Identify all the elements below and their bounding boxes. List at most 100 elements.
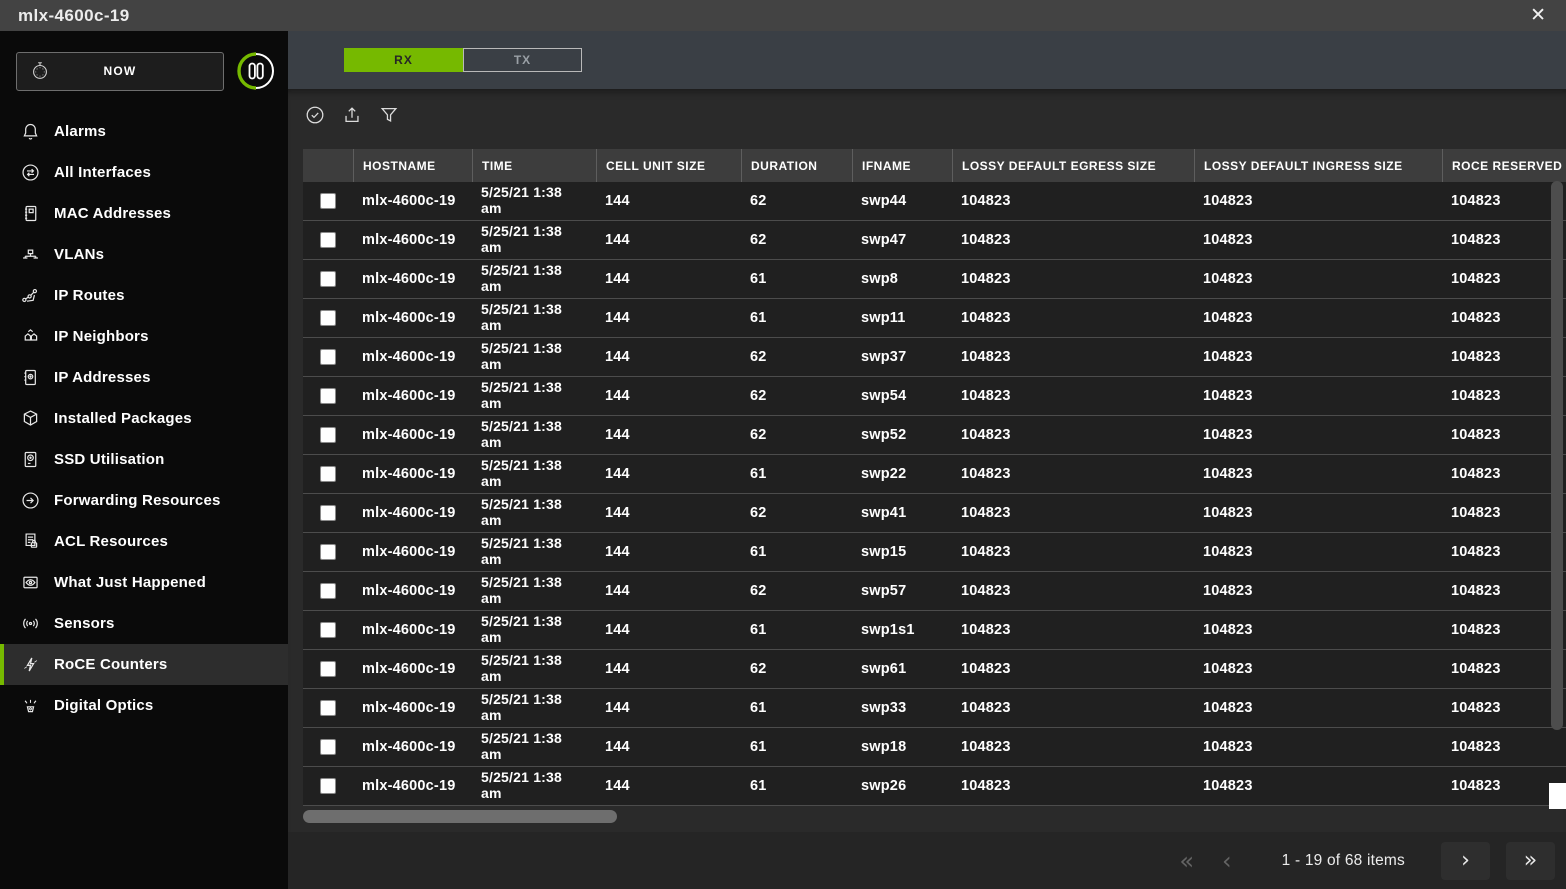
- filter-button[interactable]: [378, 104, 400, 129]
- row-checkbox[interactable]: [320, 739, 336, 755]
- close-icon[interactable]: ✕: [1524, 4, 1552, 27]
- column-header-cell-unit-size[interactable]: CELL UNIT SIZE: [596, 149, 741, 182]
- row-checkbox[interactable]: [320, 505, 336, 521]
- pause-refresh-button[interactable]: [236, 51, 276, 91]
- column-header-roce-reserved[interactable]: ROCE RESERVED: [1442, 149, 1566, 182]
- cell-time-text: 5/25/21 1:38 am: [481, 692, 569, 723]
- cell-ifname: swp52: [852, 427, 952, 443]
- column-header-lossy-default-ingress-size[interactable]: LOSSY DEFAULT INGRESS SIZE: [1194, 149, 1442, 182]
- cell-duration: 62: [741, 388, 852, 404]
- cell-roce-reserved: 104823: [1442, 388, 1566, 404]
- cell-lossy-default-egress-size: 104823: [952, 349, 1194, 365]
- row-checkbox[interactable]: [320, 388, 336, 404]
- sidebar-item-vlans[interactable]: VLANs: [0, 234, 288, 275]
- column-header-time[interactable]: TIME: [472, 149, 596, 182]
- cell-cell-unit-size: 144: [596, 388, 741, 404]
- sidebar-item-mac-addresses[interactable]: MAC Addresses: [0, 193, 288, 234]
- previous-page-icon[interactable]: ‹: [1208, 847, 1246, 875]
- sidebar-item-installed-packages[interactable]: Installed Packages: [0, 398, 288, 439]
- sidebar: NOW AlarmsAll InterfacesMAC AddressesVLA…: [0, 31, 288, 889]
- row-checkbox[interactable]: [320, 271, 336, 287]
- column-header-lossy-default-egress-size[interactable]: LOSSY DEFAULT EGRESS SIZE: [952, 149, 1194, 182]
- row-checkbox[interactable]: [320, 232, 336, 248]
- row-checkbox-cell: [303, 271, 353, 287]
- table-header: HOSTNAMETIMECELL UNIT SIZEDURATIONIFNAME…: [303, 149, 1566, 182]
- last-page-button[interactable]: »: [1506, 842, 1555, 880]
- column-header-duration[interactable]: DURATION: [741, 149, 852, 182]
- cell-lossy-default-egress-size: 104823: [952, 700, 1194, 716]
- table-row[interactable]: mlx-4600c-195/25/21 1:38 am14461swp81048…: [303, 260, 1566, 299]
- row-checkbox[interactable]: [320, 583, 336, 599]
- cell-roce-reserved: 104823: [1442, 310, 1566, 326]
- cell-cell-unit-size: 144: [596, 505, 741, 521]
- row-checkbox[interactable]: [320, 349, 336, 365]
- cell-duration: 61: [741, 544, 852, 560]
- table-row[interactable]: mlx-4600c-195/25/21 1:38 am14461swp15104…: [303, 533, 1566, 572]
- sidebar-item-all-interfaces[interactable]: All Interfaces: [0, 152, 288, 193]
- sidebar-item-roce-counters[interactable]: RoCE Counters: [0, 644, 288, 685]
- cell-time-text: 5/25/21 1:38 am: [481, 731, 569, 762]
- next-page-button[interactable]: ›: [1441, 842, 1490, 880]
- row-checkbox[interactable]: [320, 427, 336, 443]
- table-row[interactable]: mlx-4600c-195/25/21 1:38 am14462swp47104…: [303, 221, 1566, 260]
- cell-roce-reserved: 104823: [1442, 544, 1566, 560]
- cell-lossy-default-egress-size: 104823: [952, 544, 1194, 560]
- table-row[interactable]: mlx-4600c-195/25/21 1:38 am14462swp52104…: [303, 416, 1566, 455]
- row-checkbox[interactable]: [320, 544, 336, 560]
- row-checkbox[interactable]: [320, 466, 336, 482]
- cell-lossy-default-ingress-size: 104823: [1194, 466, 1442, 482]
- cell-hostname: mlx-4600c-19: [353, 700, 472, 716]
- cell-lossy-default-egress-size: 104823: [952, 778, 1194, 794]
- row-checkbox[interactable]: [320, 193, 336, 209]
- sidebar-item-sensors[interactable]: Sensors: [0, 603, 288, 644]
- tab-rx[interactable]: RX: [344, 48, 463, 72]
- vertical-scrollbar-thumb[interactable]: [1551, 181, 1563, 730]
- table-row[interactable]: mlx-4600c-195/25/21 1:38 am14462swp57104…: [303, 572, 1566, 611]
- cell-time: 5/25/21 1:38 am: [472, 380, 596, 412]
- row-checkbox-cell: [303, 310, 353, 326]
- filter-icon: [378, 104, 400, 129]
- row-checkbox[interactable]: [320, 622, 336, 638]
- tab-tx[interactable]: TX: [463, 48, 582, 72]
- table-row[interactable]: mlx-4600c-195/25/21 1:38 am14461swp26104…: [303, 767, 1566, 806]
- cell-time: 5/25/21 1:38 am: [472, 458, 596, 490]
- first-page-icon[interactable]: «: [1165, 847, 1208, 875]
- horizontal-scrollbar-thumb[interactable]: [303, 810, 617, 823]
- sidebar-item-ssd-utilisation[interactable]: SSD Utilisation: [0, 439, 288, 480]
- table-row[interactable]: mlx-4600c-195/25/21 1:38 am14461swp33104…: [303, 689, 1566, 728]
- table-row[interactable]: mlx-4600c-195/25/21 1:38 am14462swp37104…: [303, 338, 1566, 377]
- row-checkbox-cell: [303, 700, 353, 716]
- table-row[interactable]: mlx-4600c-195/25/21 1:38 am14462swp41104…: [303, 494, 1566, 533]
- sidebar-item-forwarding-resources[interactable]: Forwarding Resources: [0, 480, 288, 521]
- sidebar-item-ip-neighbors[interactable]: IP Neighbors: [0, 316, 288, 357]
- column-header-ifname[interactable]: IFNAME: [852, 149, 952, 182]
- row-checkbox[interactable]: [320, 700, 336, 716]
- cell-ifname: swp47: [852, 232, 952, 248]
- row-checkbox[interactable]: [320, 661, 336, 677]
- table-row[interactable]: mlx-4600c-195/25/21 1:38 am14462swp61104…: [303, 650, 1566, 689]
- column-header-hostname[interactable]: HOSTNAME: [353, 149, 472, 182]
- export-button[interactable]: [341, 104, 363, 129]
- time-now-button[interactable]: NOW: [16, 52, 224, 91]
- table-row[interactable]: mlx-4600c-195/25/21 1:38 am14461swp22104…: [303, 455, 1566, 494]
- cell-time: 5/25/21 1:38 am: [472, 575, 596, 607]
- table-row[interactable]: mlx-4600c-195/25/21 1:38 am14461swp18104…: [303, 728, 1566, 767]
- row-checkbox[interactable]: [320, 778, 336, 794]
- table-row[interactable]: mlx-4600c-195/25/21 1:38 am14462swp54104…: [303, 377, 1566, 416]
- table-row[interactable]: mlx-4600c-195/25/21 1:38 am14461swp1s110…: [303, 611, 1566, 650]
- sidebar-item-ip-routes[interactable]: IP Routes: [0, 275, 288, 316]
- cell-lossy-default-egress-size: 104823: [952, 739, 1194, 755]
- sidebar-item-digital-optics[interactable]: Digital Optics: [0, 685, 288, 726]
- table-row[interactable]: mlx-4600c-195/25/21 1:38 am14462swp44104…: [303, 182, 1566, 221]
- sidebar-item-acl-resources[interactable]: ACL Resources: [0, 521, 288, 562]
- cell-lossy-default-ingress-size: 104823: [1194, 193, 1442, 209]
- cell-duration: 62: [741, 427, 852, 443]
- sidebar-item-what-just-happened[interactable]: What Just Happened: [0, 562, 288, 603]
- table-row[interactable]: mlx-4600c-195/25/21 1:38 am14461swp11104…: [303, 299, 1566, 338]
- sidebar-item-ip-addresses[interactable]: IP Addresses: [0, 357, 288, 398]
- sidebar-item-alarms[interactable]: Alarms: [0, 111, 288, 152]
- sidebar-item-label: What Just Happened: [54, 574, 206, 591]
- select-all-button[interactable]: [304, 104, 326, 129]
- row-checkbox[interactable]: [320, 310, 336, 326]
- cell-duration: 61: [741, 739, 852, 755]
